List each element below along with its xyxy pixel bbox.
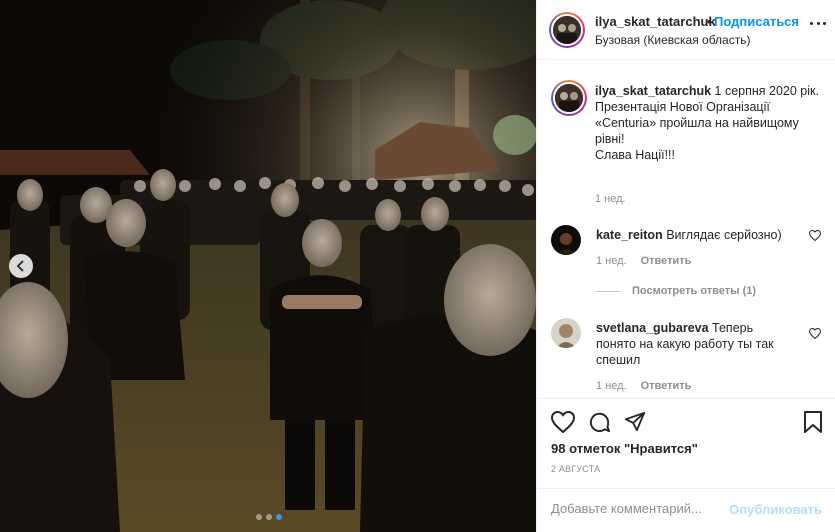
chevron-left-icon — [16, 260, 26, 272]
post-header: ilya_skat_tatarchuk • Подписаться Бузова… — [537, 0, 835, 60]
heart-icon[interactable] — [550, 410, 576, 436]
comment-username[interactable]: svetlana_gubareva — [596, 321, 709, 335]
author-avatar[interactable] — [549, 12, 585, 48]
add-comment-bar: Опубликовать — [537, 488, 835, 532]
comment-body: Виглядає серйозно) — [666, 228, 782, 242]
comment-meta: 1 нед. Ответить — [596, 380, 691, 392]
comment-age: 1 нед. — [596, 255, 627, 267]
comment-like-icon[interactable] — [808, 327, 822, 342]
caption-age: 1 нед. — [595, 193, 626, 205]
carousel-prev-button[interactable] — [9, 254, 33, 278]
carousel-dot — [256, 514, 262, 520]
post-location[interactable]: Бузовая (Киевская область) — [595, 33, 750, 47]
commenter-avatar[interactable] — [551, 225, 581, 255]
replies-line — [596, 290, 620, 292]
comment-item: svetlana_gubareva Теперь понято на какую… — [551, 318, 822, 392]
post-image — [0, 0, 536, 532]
post-actions: 98 отметок "Нравится" 2 АВГУСТА — [537, 398, 835, 488]
caption-date-text: 1 серпня 2020 рік. — [711, 84, 819, 98]
comment-item: kate_reiton Виглядає серйозно) 1 нед. Отв… — [551, 225, 822, 275]
comment-meta: 1 нед. Ответить — [596, 255, 691, 267]
caption-line: Презентація Нової Організації — [595, 100, 770, 114]
view-replies-label[interactable]: Посмотреть ответы (1) — [632, 285, 756, 297]
comment-age: 1 нед. — [596, 380, 627, 392]
comment-input[interactable] — [551, 501, 731, 516]
comment-like-icon[interactable] — [808, 229, 822, 244]
reply-button[interactable]: Ответить — [641, 255, 692, 267]
comment-text: kate_reiton Виглядає серйозно) — [596, 227, 792, 243]
comment-username[interactable]: kate_reiton — [596, 228, 663, 242]
caption-avatar[interactable] — [551, 80, 587, 116]
caption-username[interactable]: ilya_skat_tatarchuk — [595, 84, 711, 98]
carousel-indicator — [256, 514, 282, 520]
follow-button[interactable]: Подписаться — [714, 14, 799, 29]
post-panel: ilya_skat_tatarchuk • Подписаться Бузова… — [536, 0, 835, 532]
likes-count[interactable]: 98 отметок "Нравится" — [551, 441, 698, 456]
post-date: 2 АВГУСТА — [551, 464, 601, 474]
comment-icon[interactable] — [588, 411, 611, 437]
bookmark-icon[interactable] — [803, 411, 823, 436]
share-icon[interactable] — [624, 411, 646, 436]
caption-line: рівні! — [595, 132, 625, 146]
view-replies-button[interactable]: Посмотреть ответы (1) — [596, 285, 756, 297]
publish-button[interactable]: Опубликовать — [729, 502, 822, 517]
comment-text: svetlana_gubareva Теперь понято на какую… — [596, 320, 792, 368]
caption-text: ilya_skat_tatarchuk 1 серпня 2020 рік. П… — [595, 83, 821, 163]
reply-button[interactable]: Ответить — [641, 380, 692, 392]
carousel-dot — [266, 514, 272, 520]
commenter-avatar[interactable] — [551, 318, 581, 348]
post-photo — [0, 0, 536, 532]
caption-line: Слава Нації!!! — [595, 148, 676, 162]
author-username[interactable]: ilya_skat_tatarchuk — [595, 14, 716, 29]
header-separator: • — [707, 14, 712, 29]
more-options-icon[interactable] — [810, 22, 826, 26]
caption-line: «Centuria» пройшла на найвищому — [595, 116, 799, 130]
carousel-dot-active — [276, 514, 282, 520]
